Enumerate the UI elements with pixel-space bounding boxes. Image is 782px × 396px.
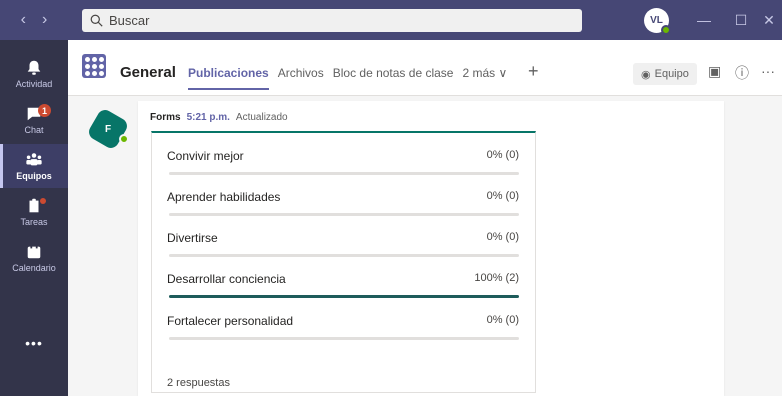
channel-tabs: Publicaciones Archivos Bloc de notas de … [188, 66, 507, 90]
channel-title: General [120, 64, 176, 81]
rail-label: Tareas [20, 217, 48, 227]
rail-label: Equipos [16, 171, 52, 181]
poll-option-label: Aprender habilidades [167, 190, 281, 204]
poll-option-bar [169, 337, 519, 340]
minimize-button[interactable]: — [687, 0, 721, 40]
nav-arrows: ‹ › [0, 0, 68, 40]
rail-item-calendario[interactable]: Calendario [0, 236, 68, 280]
post-status: Actualizado [235, 112, 288, 123]
tab-bloc-de-notas[interactable]: Bloc de notas de clase [333, 66, 454, 90]
poll-option-label: Fortalecer personalidad [167, 314, 294, 328]
poll-option-bar [169, 213, 519, 216]
poll-option-value: 0% (0) [486, 149, 519, 161]
post-message: Forms 5:21 p.m. Actualizado Convivir mej… [138, 101, 724, 396]
channel-header: General Publicaciones Archivos Bloc de n… [68, 40, 782, 96]
presence-available-icon [661, 25, 671, 35]
poll-option-value: 100% (2) [474, 272, 519, 284]
post-header: Forms 5:21 p.m. Actualizado [150, 112, 288, 123]
poll-option-label: Desarrollar conciencia [167, 272, 286, 286]
add-tab-button[interactable]: + [528, 61, 539, 82]
back-icon[interactable]: ‹ [21, 11, 26, 29]
poll-option-bar [169, 254, 519, 257]
rail-item-equipos[interactable]: Equipos [0, 144, 68, 188]
poll-option-bar [169, 172, 519, 175]
maximize-button[interactable]: ☐ [724, 0, 758, 40]
poll-option: Desarrollar conciencia 100% (2) [167, 258, 519, 298]
poll-option-value: 0% (0) [486, 314, 519, 326]
chat-badge: 1 [38, 104, 51, 117]
team-logo [82, 54, 106, 78]
poll-option: Aprender habilidades 0% (0) [167, 176, 519, 216]
forms-icon: F [104, 123, 112, 135]
tab-archivos[interactable]: Archivos [278, 66, 324, 90]
rail-item-chat[interactable]: 1 Chat [0, 98, 68, 142]
close-button[interactable]: ✕ [756, 0, 782, 40]
post-sender: Forms [150, 112, 181, 123]
poll-option: Convivir mejor 0% (0) [167, 135, 519, 175]
search-placeholder: Buscar [109, 13, 150, 28]
rail-label: Calendario [12, 263, 56, 273]
response-count: 2 respuestas [167, 377, 230, 389]
title-bar: ‹ › Buscar VL — ☐ ✕ [0, 0, 782, 40]
search-input[interactable]: Buscar [82, 9, 582, 32]
user-initials: VL [650, 15, 663, 26]
search-icon [90, 14, 103, 27]
tab-publicaciones[interactable]: Publicaciones [188, 66, 269, 90]
app-rail: Actividad 1 Chat Equipos Tareas Calendar… [0, 40, 68, 396]
rail-label: Actividad [15, 79, 53, 89]
bell-icon [27, 60, 41, 75]
info-icon[interactable]: ⓘ [735, 63, 749, 83]
tab-more[interactable]: 2 más ∨ [462, 66, 507, 90]
forward-icon[interactable]: › [42, 11, 47, 29]
team-button-label: Equipo [654, 68, 689, 80]
rail-item-tareas[interactable]: Tareas [0, 190, 68, 234]
teams-icon [26, 153, 42, 166]
user-avatar[interactable]: VL [644, 8, 671, 35]
poll-option-label: Convivir mejor [167, 149, 244, 163]
poll-results-card: Convivir mejor 0% (0) Aprender habilidad… [151, 131, 536, 393]
poll-option-bar [169, 295, 519, 298]
notification-dot [40, 198, 46, 204]
rail-item-actividad[interactable]: Actividad [0, 52, 68, 96]
conversation-pane: F Forms 5:21 p.m. Actualizado Convivir m… [68, 97, 782, 396]
rail-label: Chat [24, 125, 44, 135]
poll-option: Fortalecer personalidad 0% (0) [167, 300, 519, 340]
more-apps-button[interactable]: ••• [0, 335, 68, 351]
poll-option: Divertirse 0% (0) [167, 217, 519, 257]
more-options-icon[interactable]: ··· [761, 63, 775, 79]
post-time: 5:21 p.m. [186, 112, 230, 123]
poll-option-value: 0% (0) [486, 231, 519, 243]
team-button[interactable]: ◉ Equipo [633, 63, 697, 85]
presence-available-icon [119, 134, 129, 144]
poll-option-label: Divertirse [167, 231, 218, 245]
meet-icon[interactable]: ▣ [708, 63, 721, 80]
eye-icon: ◉ [641, 68, 651, 81]
poll-option-value: 0% (0) [486, 190, 519, 202]
calendar-icon [27, 244, 41, 259]
poll-option-bar-fill [169, 295, 519, 298]
